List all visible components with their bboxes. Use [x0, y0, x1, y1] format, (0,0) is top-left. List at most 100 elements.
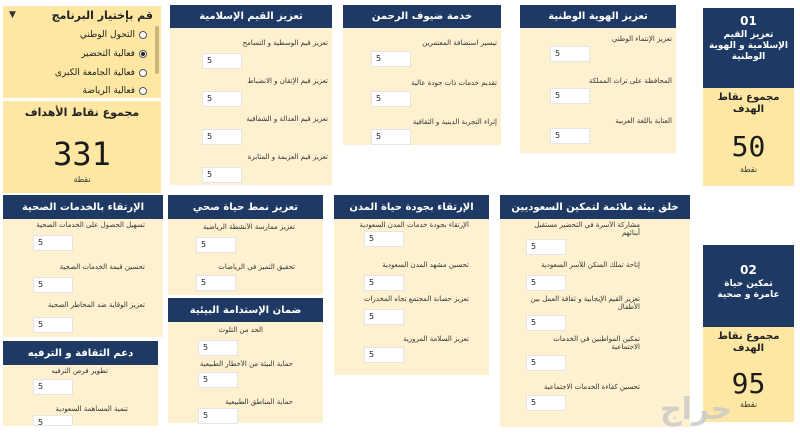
goal-item-label: تعزيز حصانة المجتمع تجاه المخدرات [363, 295, 469, 303]
radio-icon[interactable] [139, 31, 147, 39]
goal-card-title: الإرتقاء بالخدمات الصحية [3, 195, 163, 219]
goal-item-label: تعزيز السلامة المرورية [403, 335, 469, 343]
total-points-unit: نقطة [73, 175, 91, 184]
goal-item-label: تحقيق التميز في الرياضات [218, 263, 295, 271]
slicer-option[interactable]: فعالية الجامعة الكبرى [55, 68, 147, 78]
program-2-header: 02 تمكين حياة عامرة و صحية [703, 245, 794, 327]
goal-item-label: تعزيز قيم الوسطية و التسامح [242, 39, 328, 47]
program-1-points-title: مجموع نقاط الهدف [717, 92, 780, 115]
goal-item-value: 5 [371, 51, 411, 67]
program-1-points-value: 50 [731, 130, 766, 163]
goal-item-label: تعزيز ممارسة الأنشطة الرياضية [202, 223, 295, 231]
goal-card-environment: ضمان الإستدامة البيئية الحد من التلوث 5 … [168, 298, 323, 424]
goal-item-value: 5 [526, 239, 566, 255]
goal-item-label: تيسير استضافة المعتمرين [422, 39, 497, 47]
goal-item-label: تسهيل الحصول على الخدمات الصحية [36, 221, 145, 229]
radio-selected-icon[interactable] [139, 50, 147, 58]
total-points-title: مجموع نقاط الأهداف [24, 106, 140, 119]
goal-item-label: إثراء التجربة الدينية و الثقافية [412, 118, 497, 126]
goal-item-value: 5 [33, 379, 73, 395]
chevron-down-icon[interactable]: ▼ [9, 10, 16, 20]
goal-item-label: حماية المناطق الطبيعية [225, 398, 293, 406]
goal-item-label: تقديم خدمات ذات جودة عالية [411, 79, 497, 87]
goal-item-label: تنمية المساهمة السعودية [55, 405, 128, 413]
goal-item-value: 5 [33, 235, 73, 251]
goal-card-culture: دعم الثقافة و الترفيه تطوير فرص الترفيه … [3, 341, 158, 427]
goal-item-label: تحسين كفاءة الخدمات الاجتماعية [543, 383, 640, 391]
goal-item-value: 5 [33, 317, 73, 333]
goal-item-value: 5 [526, 355, 566, 371]
goal-item-value: 5 [202, 129, 242, 145]
goal-card-health-services: الإرتقاء بالخدمات الصحية تسهيل الحصول عل… [3, 195, 163, 337]
goal-item-label: تحسين مشهد المدن السعودية [382, 261, 469, 269]
goal-item-value: 5 [202, 91, 242, 107]
program-2-name: تمكين حياة عامرة و صحية [717, 279, 780, 300]
goal-item-value: 5 [198, 340, 238, 356]
radio-icon[interactable] [139, 69, 147, 77]
program-2-number: 02 [740, 263, 757, 277]
goal-card-healthy: تعزيز نمط حياة صحي تعزيز ممارسة الأنشطة … [168, 195, 323, 295]
slicer-option[interactable]: فعالية التحضير [81, 49, 147, 59]
goal-item-label: إتاحة تملك السكن للأسر السعودية [541, 261, 640, 269]
scrollbar[interactable] [155, 26, 159, 74]
goal-card-title: دعم الثقافة و الترفيه [3, 341, 158, 365]
goal-item-value: 5 [198, 408, 238, 424]
goal-item-value: 5 [196, 275, 236, 291]
goal-item-label: تطوير فرص الترفيه [51, 367, 108, 375]
goal-item-label: تعزيز قيم العدالة و الشفافية [246, 115, 328, 123]
goal-card-title: الإرتقاء بجودة حياة المدن [334, 195, 489, 219]
goal-item-label: الحد من التلوث [218, 326, 263, 334]
program-slicer[interactable]: قم بإختيار البرنامج ▼ التحول الوطني فعال… [3, 6, 161, 98]
radio-icon[interactable] [139, 87, 147, 95]
goal-item-value: 5 [33, 277, 73, 293]
goal-item-label: تعزيز القيم الإيجابية و ثقافة العمل بين … [530, 295, 640, 311]
goal-card-title: خدمة ضيوف الرحمن [343, 5, 501, 28]
goal-card-title: خلق بيئة ملائمة لتمكين السعوديين [500, 195, 690, 219]
goal-card-title: ضمان الإستدامة البيئية [168, 298, 323, 322]
goal-item-label: تعزيز الإنتماء الوطني [611, 35, 672, 43]
goal-card-guests: خدمة ضيوف الرحمن تيسير استضافة المعتمرين… [343, 5, 501, 145]
watermark-logo: حراج [660, 392, 733, 427]
goal-item-value: 5 [202, 167, 242, 183]
program-1-points-unit: نقطة [739, 165, 758, 174]
program-1-name: تعزيز القيم الإسلامية و الهوية الوطنية [709, 30, 788, 62]
goal-card-national-identity: تعزيز الهوية الوطنية تعزيز الإنتماء الوط… [520, 5, 676, 153]
goal-item-label: العناية باللغة العربية [615, 117, 672, 125]
slicer-option[interactable]: فعالية الرياضة [83, 86, 147, 96]
goal-item-label: مشاركة الأسرة في التحضير مستقبل أبنائهم [534, 221, 640, 237]
goal-item-value: 5 [550, 128, 590, 144]
program-1-number: 01 [740, 14, 757, 28]
goal-item-label: المحافظة على تراث المملكة [588, 77, 672, 85]
slicer-option[interactable]: التحول الوطني [80, 30, 147, 40]
total-points-card: مجموع نقاط الأهداف 331 نقطة [3, 101, 161, 193]
goal-item-value: 5 [526, 275, 566, 291]
program-1-header: 01 تعزيز القيم الإسلامية و الهوية الوطني… [703, 8, 794, 88]
goal-item-value: 5 [371, 91, 411, 107]
goal-item-value: 5 [364, 275, 404, 291]
goal-card-islamic-values: تعزيز القيم الإسلامية تعزيز قيم الوسطية … [170, 5, 332, 185]
goal-item-label: تحسين قيمة الخدمات الصحية [59, 263, 145, 271]
goal-item-value: 5 [33, 415, 73, 427]
goal-card-title: تعزيز القيم الإسلامية [170, 5, 332, 28]
goal-item-value: 5 [198, 372, 238, 388]
goal-item-label: تعزيز الوقاية ضد المخاطر الصحية [47, 301, 145, 309]
goal-item-value: 5 [364, 309, 404, 325]
goal-item-value: 5 [196, 237, 236, 253]
goal-card-title: تعزيز الهوية الوطنية [520, 5, 676, 28]
slicer-title: قم بإختيار البرنامج [51, 9, 153, 22]
program-1-points-card: مجموع نقاط الهدف 50 نقطة [703, 88, 794, 186]
goal-item-value: 5 [526, 315, 566, 331]
goal-item-label: الإرتقاء بجودة خدمات المدن السعودية [359, 221, 469, 229]
goal-item-value: 5 [364, 347, 404, 363]
goal-item-label: حماية البيئة من الأخطار الطبيعية [199, 360, 293, 368]
goal-item-value: 5 [202, 53, 242, 69]
goal-card-title: تعزيز نمط حياة صحي [168, 195, 323, 219]
goal-item-label: تعزيز قيم الإتقان و الانضباط [247, 77, 328, 85]
goal-item-value: 5 [526, 395, 566, 411]
goal-item-value: 5 [550, 46, 590, 62]
goal-card-city-life: الإرتقاء بجودة حياة المدن الإرتقاء بجودة… [334, 195, 489, 375]
total-points-value: 331 [53, 135, 111, 173]
goal-item-value: 5 [364, 231, 404, 247]
goal-item-value: 5 [371, 129, 411, 145]
goal-item-value: 5 [550, 88, 590, 104]
